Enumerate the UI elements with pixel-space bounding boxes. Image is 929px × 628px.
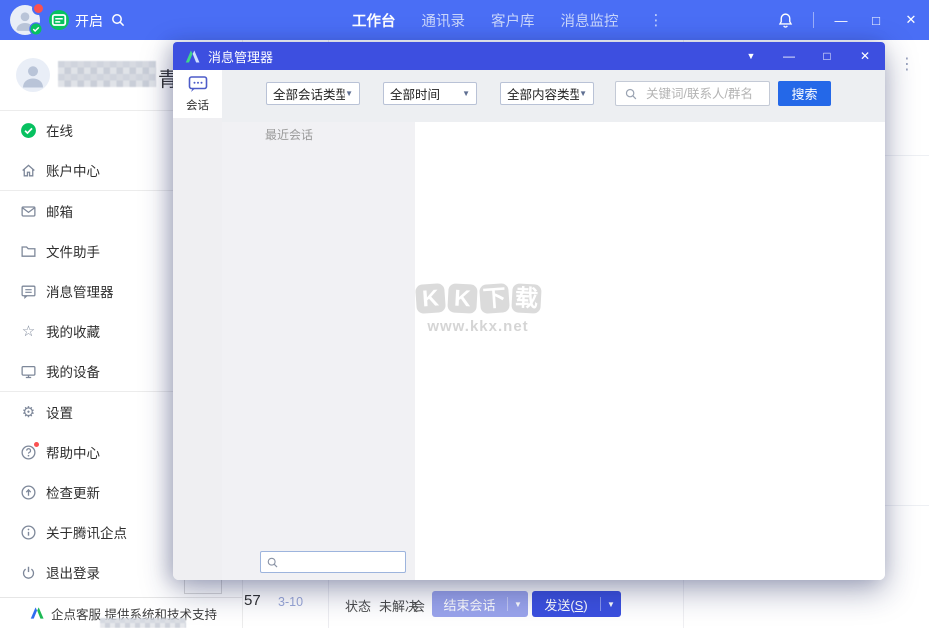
list-filter-box — [260, 551, 406, 573]
app-window: 开启 工作台 通讯录 客户库 消息监控 ⋮ — □ ✕ 青 在线 账户中心 邮箱… — [0, 0, 929, 628]
qidian-logo — [30, 607, 44, 619]
monitor-icon — [20, 363, 37, 380]
status-label: 状态 — [345, 599, 372, 614]
bell-icon[interactable] — [777, 12, 794, 29]
maximize-icon[interactable]: □ — [819, 49, 835, 63]
partial-label: 会 — [412, 599, 426, 614]
more-vertical-icon[interactable]: ⋮ — [899, 54, 915, 74]
search-button[interactable]: 搜索 — [778, 81, 831, 106]
message-icon — [20, 283, 37, 300]
help-notification-dot — [34, 441, 39, 447]
maximize-icon[interactable]: □ — [868, 13, 884, 28]
window-controls: — □ ✕ — [777, 0, 919, 40]
pager-text: 3-10 — [278, 595, 304, 609]
person-icon — [23, 66, 43, 88]
close-icon[interactable]: ✕ — [857, 49, 873, 63]
chevron-down-icon: ▼ — [345, 89, 353, 98]
chevron-down-icon: ▼ — [579, 89, 587, 98]
session-count: 57 — [244, 592, 261, 609]
modal-side-tabs: 会话 — [173, 70, 223, 580]
blurred-username — [58, 61, 156, 87]
list-header: 最近会话 — [265, 128, 314, 142]
chevron-down-icon: ▼ — [462, 89, 470, 98]
blurred-region — [100, 618, 186, 628]
tab-conversation[interactable]: 会话 — [173, 70, 222, 118]
card-icon — [51, 14, 67, 26]
main-titlebar: 开启 工作台 通讯录 客户库 消息监控 ⋮ — □ ✕ — [0, 0, 929, 40]
nav-message-monitor[interactable]: 消息监控 — [561, 10, 619, 31]
qidian-logo — [185, 50, 200, 62]
online-status-badge — [29, 22, 43, 36]
modal-filterbar: 全部会话类型 ▼ 全部时间 ▼ 全部内容类型 ▼ 关键词/联系人/群名 搜索 — [222, 70, 885, 123]
close-icon[interactable]: ✕ — [903, 12, 919, 28]
modal-title: 消息管理器 — [208, 49, 274, 65]
help-icon — [20, 441, 39, 461]
keyword-search-input[interactable] — [644, 85, 761, 102]
toggle-label[interactable]: 开启 — [75, 11, 103, 31]
send-button[interactable]: 发送(S) ▼ — [532, 591, 621, 617]
chevron-down-icon[interactable]: ▼ — [601, 600, 621, 609]
keyword-search-box — [615, 81, 770, 106]
folder-icon — [20, 243, 37, 260]
main-nav: 工作台 通讯录 客户库 消息监控 ⋮ — [352, 0, 664, 40]
notification-dot — [32, 2, 45, 15]
update-icon — [20, 484, 37, 501]
modal-titlebar: 消息管理器 ▼ — □ ✕ — [173, 42, 885, 70]
message-manager-window: 消息管理器 ▼ — □ ✕ 会话 全部会话类型 ▼ 全部时间 ▼ 全部内容类型 … — [173, 42, 885, 580]
power-icon — [20, 564, 37, 581]
info-icon — [20, 524, 37, 541]
recent-conversation-panel: 最近会话 — [222, 122, 415, 580]
profile-avatar[interactable] — [16, 58, 50, 92]
search-icon[interactable] — [110, 12, 126, 28]
card-badge-icon[interactable] — [49, 10, 69, 30]
chevron-down-icon[interactable]: ▼ — [508, 600, 528, 609]
minimize-icon[interactable]: — — [833, 13, 849, 28]
collapsed-panel-edge — [184, 579, 222, 594]
list-filter-input[interactable] — [283, 554, 400, 570]
gear-icon: ⚙ — [21, 403, 36, 421]
online-check-icon — [20, 122, 37, 139]
modal-body: 会话 全部会话类型 ▼ 全部时间 ▼ 全部内容类型 ▼ 关键词/联系人/群名 搜… — [173, 70, 885, 580]
conversation-icon — [188, 76, 207, 92]
search-icon — [267, 557, 278, 567]
modal-window-controls: ▼ — □ ✕ — [743, 49, 873, 63]
more-vertical-icon[interactable]: ⋮ — [649, 11, 664, 29]
filter-time-dropdown[interactable]: 全部时间 ▼ — [383, 82, 477, 105]
end-session-button[interactable]: 结束会话 ▼ — [432, 591, 528, 617]
conversation-detail-area — [415, 122, 885, 580]
nav-contacts[interactable]: 通讯录 — [422, 10, 466, 31]
divider — [813, 12, 814, 28]
filter-content-type-dropdown[interactable]: 全部内容类型 ▼ — [500, 82, 594, 105]
nav-customer-library[interactable]: 客户库 — [491, 10, 535, 31]
envelope-icon — [20, 203, 37, 220]
chevron-down-icon[interactable]: ▼ — [743, 51, 759, 61]
filter-conversation-type-dropdown[interactable]: 全部会话类型 ▼ — [266, 82, 360, 105]
home-icon — [20, 162, 37, 179]
nav-workbench[interactable]: 工作台 — [352, 10, 396, 31]
minimize-icon[interactable]: — — [781, 49, 797, 63]
search-icon — [625, 88, 637, 99]
star-icon: ☆ — [21, 322, 36, 340]
